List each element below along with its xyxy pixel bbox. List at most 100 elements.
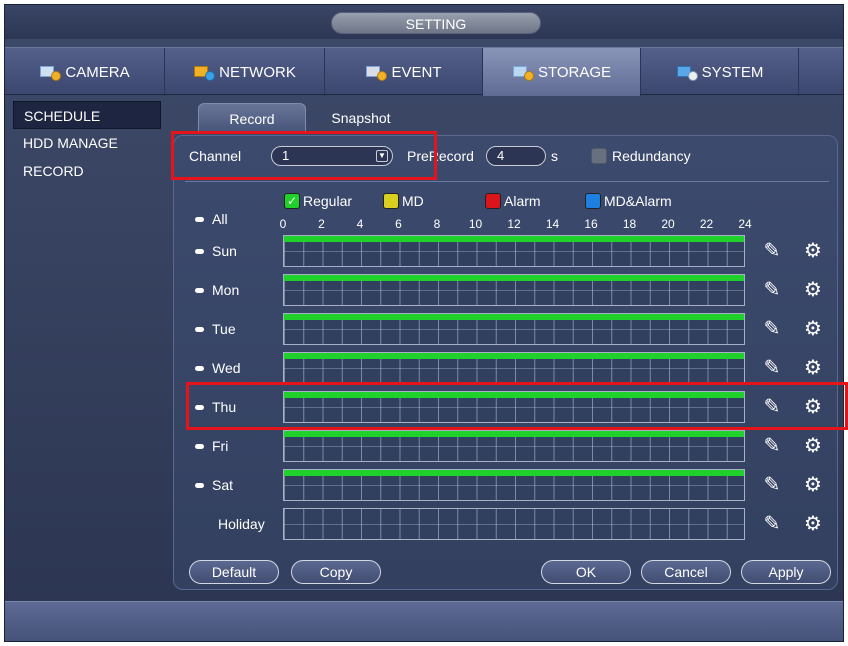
legend-regular[interactable]: ✓ Regular	[284, 193, 352, 209]
all-days-toggle[interactable]: All	[195, 211, 228, 227]
default-button[interactable]: Default	[189, 560, 279, 584]
alarm-swatch	[485, 193, 501, 209]
prerecord-unit: s	[551, 148, 558, 164]
day-label-sat[interactable]: Sat	[195, 477, 233, 493]
day-name: Fri	[212, 438, 229, 454]
hour-tick-label: 0	[279, 217, 287, 231]
gear-icon[interactable]: ⚙	[802, 435, 824, 457]
regular-record-bar	[284, 431, 744, 437]
tab-network[interactable]: NETWORK	[165, 48, 325, 96]
day-timeline[interactable]	[283, 235, 745, 267]
regular-record-bar	[284, 236, 744, 242]
hour-tick-label: 12	[507, 217, 521, 231]
legend-alarm[interactable]: Alarm	[485, 193, 541, 209]
thu-row-highlight	[186, 382, 848, 430]
toggle-dot-icon	[195, 248, 204, 254]
hour-tick-label: 24	[738, 217, 752, 231]
hour-tick-label: 8	[433, 217, 441, 231]
pencil-icon[interactable]: ✎	[761, 279, 783, 301]
day-timeline[interactable]	[283, 430, 745, 462]
gear-icon[interactable]: ⚙	[802, 279, 824, 301]
storage-icon	[512, 63, 534, 81]
tab-snapshot[interactable]: Snapshot	[307, 103, 415, 133]
legend-regular-label: Regular	[303, 193, 353, 209]
gear-icon[interactable]: ⚙	[802, 357, 824, 379]
status-bar	[5, 601, 843, 641]
sidebar: SCHEDULE HDD MANAGE RECORD	[13, 101, 161, 185]
tab-event[interactable]: EVENT	[325, 48, 483, 96]
sidebar-item-record[interactable]: RECORD	[13, 157, 161, 185]
hour-tick-label: 14	[545, 217, 560, 231]
hour-tick-label: 20	[661, 217, 675, 231]
event-icon	[365, 63, 388, 81]
pencil-icon[interactable]: ✎	[761, 240, 783, 262]
day-name: Sat	[212, 477, 234, 493]
tab-record[interactable]: Record	[198, 103, 306, 133]
sidebar-item-schedule[interactable]: SCHEDULE	[13, 101, 161, 129]
gear-icon[interactable]: ⚙	[802, 474, 824, 496]
day-label-fri[interactable]: Fri	[195, 438, 228, 454]
window-title: SETTING	[331, 12, 541, 34]
day-label-sun[interactable]: Sun	[195, 243, 237, 259]
toggle-dot-icon	[195, 287, 204, 293]
toggle-dot-icon	[195, 482, 204, 488]
main-tab-bar: CAMERA NETWORK EVENT STORAGE SYSTEM	[5, 47, 843, 96]
hour-tick-label: 6	[395, 217, 402, 231]
day-label-holiday[interactable]: Holiday	[218, 516, 265, 532]
md-alarm-swatch	[585, 193, 601, 209]
tab-camera-label: CAMERA	[65, 63, 130, 81]
day-name: Sun	[212, 243, 237, 259]
gear-icon[interactable]: ⚙	[802, 240, 824, 262]
day-timeline[interactable]	[283, 274, 745, 306]
hour-tick-label: 2	[318, 217, 325, 231]
gear-icon[interactable]: ⚙	[802, 513, 824, 535]
hour-tick-label: 4	[356, 217, 364, 231]
tab-system-label: SYSTEM	[701, 63, 764, 81]
title-bar: SETTING	[5, 5, 843, 39]
setting-window: SETTING CAMERA NETWORK EVENT STORAGE SYS…	[4, 4, 844, 642]
pencil-icon[interactable]: ✎	[761, 474, 783, 496]
channel-highlight	[171, 131, 437, 180]
day-label-tue[interactable]: Tue	[195, 321, 236, 337]
redundancy-checkbox[interactable]	[591, 148, 607, 164]
tab-storage[interactable]: STORAGE	[483, 48, 641, 96]
tab-camera[interactable]: CAMERA	[5, 48, 165, 96]
toggle-dot-icon	[195, 216, 204, 222]
copy-button[interactable]: Copy	[291, 560, 381, 584]
toggle-dot-icon	[195, 326, 204, 332]
pencil-icon[interactable]: ✎	[761, 318, 783, 340]
legend-md-alarm[interactable]: MD&Alarm	[585, 193, 672, 209]
apply-button[interactable]: Apply	[741, 560, 831, 584]
system-icon	[676, 63, 698, 81]
day-label-wed[interactable]: Wed	[195, 360, 241, 376]
day-timeline[interactable]	[283, 469, 745, 501]
toggle-dot-icon	[195, 365, 204, 371]
hour-tick-label: 16	[584, 217, 598, 231]
ok-button[interactable]: OK	[541, 560, 631, 584]
pencil-icon[interactable]: ✎	[761, 513, 783, 535]
hour-tick-label: 10	[468, 217, 483, 231]
gear-icon[interactable]: ⚙	[802, 318, 824, 340]
prerecord-input[interactable]: 4	[486, 146, 546, 166]
sidebar-item-hdd-manage[interactable]: HDD MANAGE	[13, 129, 161, 157]
legend-alarm-label: Alarm	[504, 193, 541, 209]
pencil-icon[interactable]: ✎	[761, 357, 783, 379]
md-swatch	[383, 193, 399, 209]
regular-record-bar	[284, 470, 744, 476]
day-timeline[interactable]	[283, 313, 745, 345]
network-icon	[193, 63, 216, 81]
tab-event-label: EVENT	[391, 63, 442, 81]
legend-md[interactable]: MD	[383, 193, 424, 209]
tab-system[interactable]: SYSTEM	[641, 48, 799, 96]
day-label-mon[interactable]: Mon	[195, 282, 239, 298]
hour-tick-label: 22	[699, 217, 714, 231]
day-timeline[interactable]	[283, 508, 745, 540]
redundancy-label: Redundancy	[612, 148, 691, 164]
legend-md-alarm-label: MD&Alarm	[604, 193, 672, 209]
cancel-button[interactable]: Cancel	[641, 560, 731, 584]
form-divider	[185, 181, 829, 182]
pencil-icon[interactable]: ✎	[761, 435, 783, 457]
regular-record-bar	[284, 314, 744, 320]
check-icon: ✓	[284, 193, 300, 209]
day-timeline[interactable]	[283, 352, 745, 384]
